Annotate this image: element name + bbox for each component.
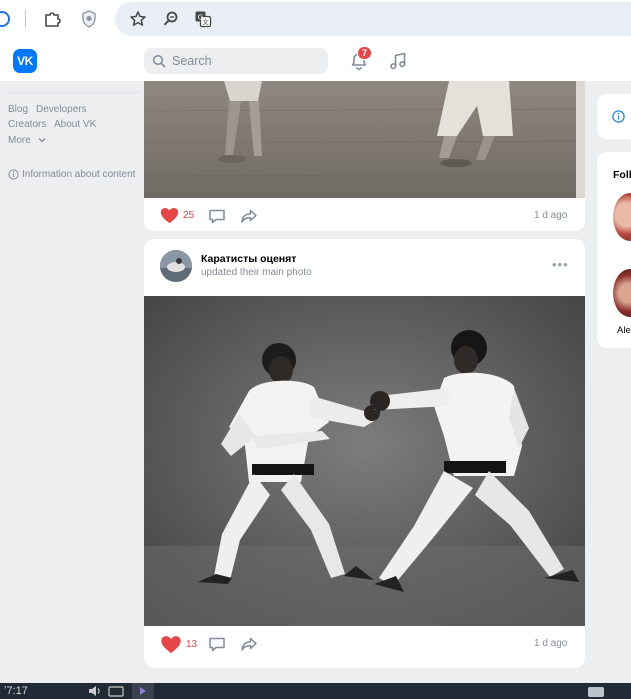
right-info-card (597, 94, 631, 139)
footer-link-blog[interactable]: Blog (8, 104, 28, 115)
follow-card-title: Foll (613, 169, 631, 181)
footer-more-label: More (8, 135, 31, 146)
footer-more-button[interactable]: More (8, 135, 46, 146)
post-photo[interactable] (144, 296, 585, 626)
search-input[interactable]: Search (144, 48, 328, 74)
search-icon (152, 54, 166, 68)
profile-icon[interactable] (0, 9, 12, 29)
post-more-options-button[interactable]: ••• (552, 257, 569, 272)
post-subtitle: updated their main photo (201, 267, 312, 278)
os-taskbar: ʼ7:17 (0, 683, 631, 699)
browser-toolbar: G文 (0, 0, 631, 40)
notifications-badge: 7 (357, 46, 372, 60)
post-timestamp[interactable]: 1 d ago (534, 210, 567, 221)
notification-center-icon[interactable] (586, 684, 606, 698)
heart-icon (161, 636, 181, 654)
vk-logo[interactable]: VK (13, 49, 37, 73)
chevron-down-icon (38, 138, 46, 143)
sidebar-divider (8, 92, 140, 93)
vk-header: VK Search 7 (0, 40, 631, 81)
info-icon[interactable] (612, 110, 625, 123)
friend-avatar[interactable] (613, 269, 631, 317)
post-photo[interactable] (144, 81, 585, 198)
like-count: 13 (186, 639, 198, 650)
share-icon[interactable] (240, 208, 258, 224)
extension-puzzle-icon[interactable] (42, 9, 62, 29)
comment-icon[interactable] (208, 636, 226, 652)
taskbar-clock: ʼ7:17 (4, 685, 28, 697)
feed-post: 25 1 d ago (144, 81, 585, 231)
info-icon (8, 169, 19, 180)
taskbar-app-button[interactable] (132, 683, 154, 699)
post-timestamp[interactable]: 1 d ago (534, 638, 567, 649)
footer-link-about-vk[interactable]: About VK (54, 119, 96, 130)
right-follow-card: Foll Ale (597, 152, 631, 348)
like-count: 25 (183, 210, 195, 221)
speaker-icon[interactable] (88, 685, 102, 697)
toolbar-divider (25, 10, 26, 27)
feed-post: Каратисты оценят updated their main phot… (144, 239, 585, 668)
footer-link-creators[interactable]: Creators (8, 119, 46, 130)
svg-text:文: 文 (202, 19, 208, 27)
author-avatar[interactable] (160, 250, 192, 282)
heart-icon (160, 208, 179, 224)
share-icon[interactable] (240, 636, 258, 652)
friend-avatar[interactable] (613, 193, 631, 241)
music-icon[interactable] (388, 51, 408, 71)
footer-link-developers[interactable]: Developers (36, 104, 87, 115)
like-button[interactable]: 13 (160, 635, 197, 654)
comment-icon[interactable] (208, 208, 226, 224)
friend-name[interactable]: Ale (617, 325, 631, 336)
shield-extension-icon[interactable] (79, 9, 99, 29)
like-button[interactable]: 25 (160, 207, 194, 224)
information-about-content-link[interactable]: Information about content (22, 169, 135, 180)
post-author-name[interactable]: Каратисты оценят (201, 253, 296, 265)
keyboard-icon[interactable] (108, 685, 124, 697)
bookmark-star-icon[interactable] (128, 9, 148, 29)
zoom-icon[interactable] (161, 9, 181, 29)
translate-icon[interactable]: G文 (193, 9, 213, 29)
search-placeholder: Search (172, 54, 212, 68)
